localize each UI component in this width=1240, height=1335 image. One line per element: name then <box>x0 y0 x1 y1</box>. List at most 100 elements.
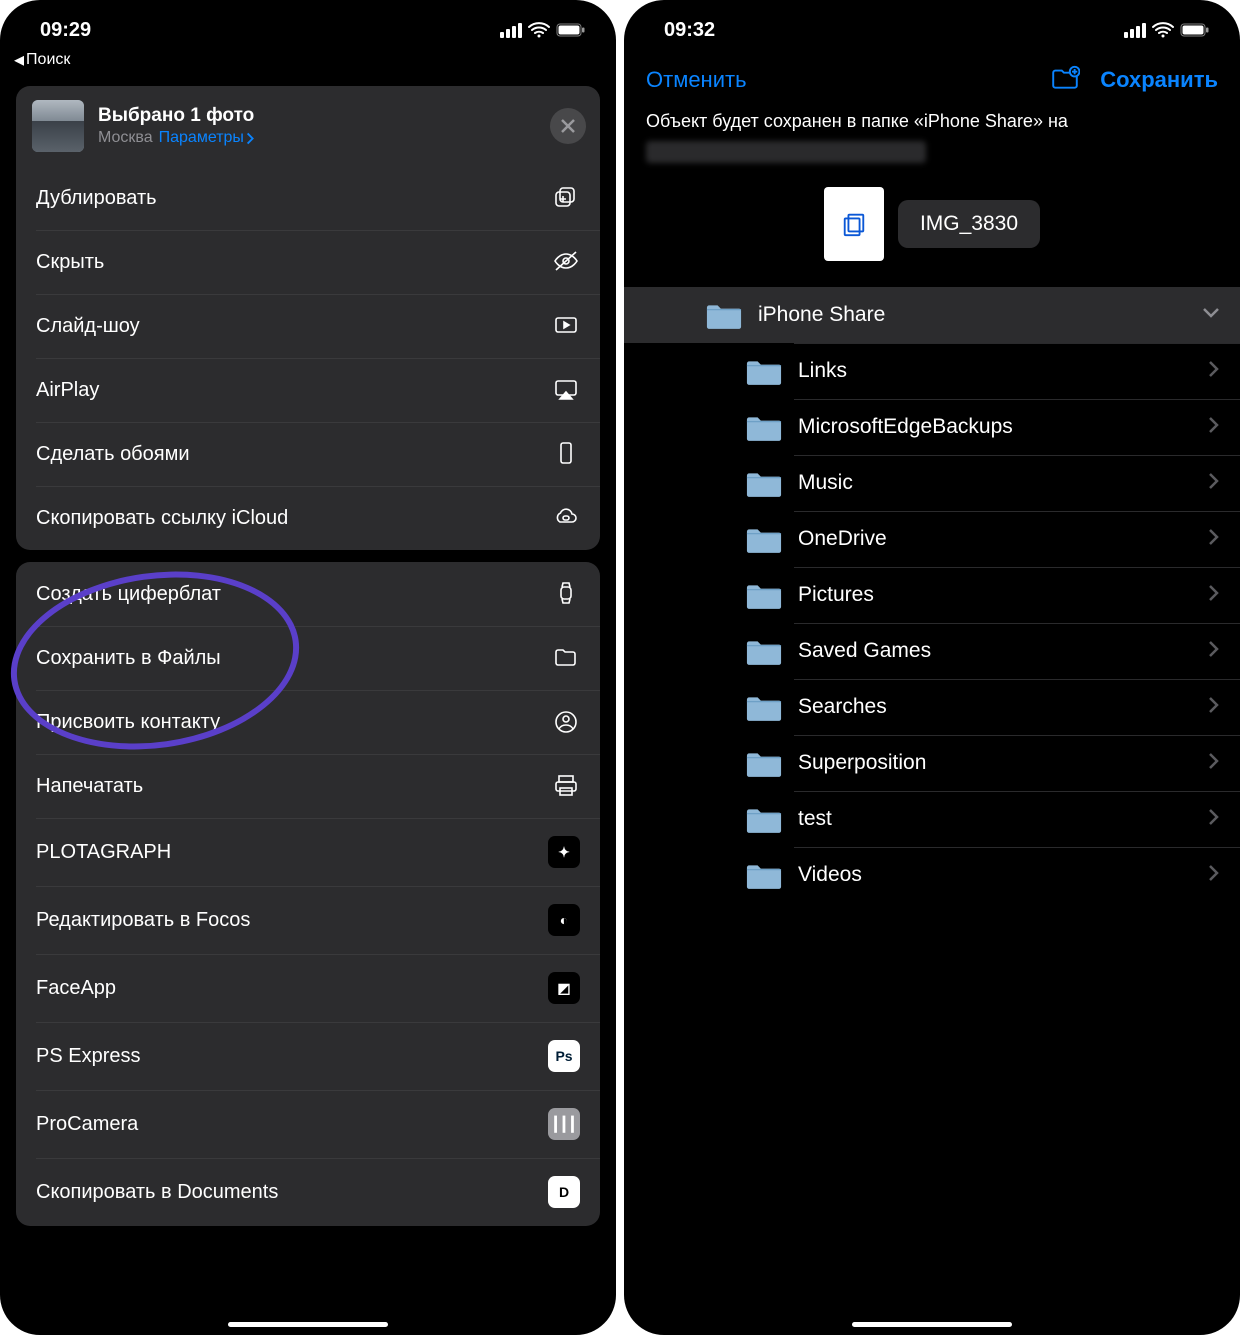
folder-name: OneDrive <box>798 527 1208 551</box>
action-app-documents[interactable]: Скопировать в Documents D <box>16 1158 600 1226</box>
action-app-ps[interactable]: PS Express Ps <box>16 1022 600 1090</box>
person-circle-icon <box>552 708 580 736</box>
icloud-link-icon <box>552 504 580 532</box>
action-group-1: Дублировать Скрыть Слайд-шоу AirPlay Сделать… <box>16 166 600 550</box>
action-folder[interactable]: Сохранить в Файлы <box>16 626 600 690</box>
folder-name: iPhone Share <box>758 303 1202 327</box>
folder-icon <box>744 579 784 611</box>
action-watch[interactable]: Создать циферблат <box>16 562 600 626</box>
document-thumbnail[interactable] <box>824 187 884 261</box>
status-time: 09:29 <box>40 19 91 42</box>
share-title: Выбрано 1 фото <box>98 105 255 127</box>
folder-row[interactable]: OneDrive <box>624 511 1240 567</box>
nav-bar: Отменить Сохранить <box>624 50 1240 105</box>
cancel-button[interactable]: Отменить <box>646 67 747 93</box>
action-label: Скопировать ссылку iCloud <box>36 507 288 530</box>
cellular-icon <box>1124 23 1146 38</box>
file-name-field[interactable]: IMG_3830 <box>898 200 1040 248</box>
status-time: 09:32 <box>664 19 715 42</box>
chevron-right-icon <box>1208 696 1220 719</box>
action-airplay[interactable]: AirPlay <box>16 358 600 422</box>
action-icloud-link[interactable]: Скопировать ссылку iCloud <box>16 486 600 550</box>
folder-name: Superposition <box>798 751 1208 775</box>
cellular-icon <box>500 23 522 38</box>
folder-icon <box>744 859 784 891</box>
folder-name: Videos <box>798 863 1208 887</box>
action-app-focos[interactable]: Редактировать в Focos◐ <box>16 886 600 954</box>
action-label: AirPlay <box>36 379 99 402</box>
file-preview: IMG_3830 <box>624 163 1240 287</box>
action-label: PS Express <box>36 1045 140 1068</box>
action-eye-slash[interactable]: Скрыть <box>16 230 600 294</box>
folder-name: Music <box>798 471 1208 495</box>
folder-name: Links <box>798 359 1208 383</box>
chevron-right-icon <box>1208 360 1220 383</box>
home-indicator[interactable] <box>852 1322 1012 1327</box>
action-label: FaceApp <box>36 977 116 1000</box>
folder-row[interactable]: test <box>624 791 1240 847</box>
app-faceapp-icon: ◩ <box>548 972 580 1004</box>
action-app-plotagraph[interactable]: PLOTAGRAPH ✦ <box>16 818 600 886</box>
right-phone-save-files: 09:32 Отменить Сохранить Объект будет со… <box>624 0 1240 1335</box>
eye-slash-icon <box>552 248 580 276</box>
action-app-procamera[interactable]: ProCamera┃┃┃ <box>16 1090 600 1158</box>
battery-icon <box>556 23 586 37</box>
folder-row[interactable]: Searches <box>624 679 1240 735</box>
action-duplicate[interactable]: Дублировать <box>16 166 600 230</box>
app-plotagraph-icon: ✦ <box>548 836 580 868</box>
action-phone-rect[interactable]: Сделать обоями <box>16 422 600 486</box>
action-label: Присвоить контакту <box>36 711 220 734</box>
chevron-right-icon <box>1208 416 1220 439</box>
home-indicator[interactable] <box>228 1322 388 1327</box>
action-label: Скрыть <box>36 251 104 274</box>
close-button[interactable] <box>550 108 586 144</box>
photo-thumbnail[interactable] <box>32 100 84 152</box>
folder-row[interactable]: Videos <box>624 847 1240 903</box>
folder-row-selected[interactable]: iPhone Share <box>624 287 1240 343</box>
folder-icon <box>744 747 784 779</box>
share-params-link[interactable]: Параметры <box>159 129 255 147</box>
left-phone-share-sheet: 09:29 ◂ Поиск Выбрано 1 фото Москва Пара… <box>0 0 616 1335</box>
action-person-circle[interactable]: Присвоить контакту <box>16 690 600 754</box>
chevron-right-icon <box>1208 584 1220 607</box>
action-printer[interactable]: Напечатать <box>16 754 600 818</box>
action-label: Сделать обоями <box>36 443 190 466</box>
action-label: Слайд-шоу <box>36 315 140 338</box>
folder-row[interactable]: MicrosoftEdgeBackups <box>624 399 1240 455</box>
breadcrumb-back[interactable]: ◂ Поиск <box>0 50 616 76</box>
chevron-right-icon <box>1208 864 1220 887</box>
action-play-rect[interactable]: Слайд-шоу <box>16 294 600 358</box>
action-group-2: Создать циферблат Сохранить в Файлы Присво… <box>16 562 600 1226</box>
save-button[interactable]: Сохранить <box>1100 67 1218 93</box>
action-label: ProCamera <box>36 1113 138 1136</box>
app-documents-icon: D <box>548 1176 580 1208</box>
watch-icon <box>552 580 580 608</box>
status-bar: 09:32 <box>624 0 1240 50</box>
folder-icon <box>552 644 580 672</box>
folder-row[interactable]: Superposition <box>624 735 1240 791</box>
chevron-left-icon: ◂ <box>14 50 24 70</box>
folder-row[interactable]: Music <box>624 455 1240 511</box>
folder-icon <box>744 411 784 443</box>
action-label: PLOTAGRAPH <box>36 841 171 864</box>
folder-list: iPhone Share Links MicrosoftEdgeBackups … <box>624 287 1240 903</box>
folder-name: test <box>798 807 1208 831</box>
printer-icon <box>552 772 580 800</box>
folder-row[interactable]: Saved Games <box>624 623 1240 679</box>
phone-rect-icon <box>552 440 580 468</box>
app-ps-icon: Ps <box>548 1040 580 1072</box>
action-label: Редактировать в Focos <box>36 909 250 932</box>
action-label: Сохранить в Файлы <box>36 647 221 670</box>
action-label: Скопировать в Documents <box>36 1181 278 1204</box>
folder-row[interactable]: Pictures <box>624 567 1240 623</box>
new-folder-button[interactable] <box>1050 64 1080 95</box>
chevron-down-icon <box>1202 306 1220 324</box>
airplay-icon <box>552 376 580 404</box>
status-icons <box>1124 22 1210 38</box>
chevron-right-icon <box>1208 640 1220 663</box>
wifi-icon <box>528 22 550 38</box>
save-destination-message: Объект будет сохранен в папке «iPhone Sh… <box>624 105 1240 133</box>
folder-icon <box>744 523 784 555</box>
folder-row[interactable]: Links <box>624 343 1240 399</box>
action-app-faceapp[interactable]: FaceApp ◩ <box>16 954 600 1022</box>
